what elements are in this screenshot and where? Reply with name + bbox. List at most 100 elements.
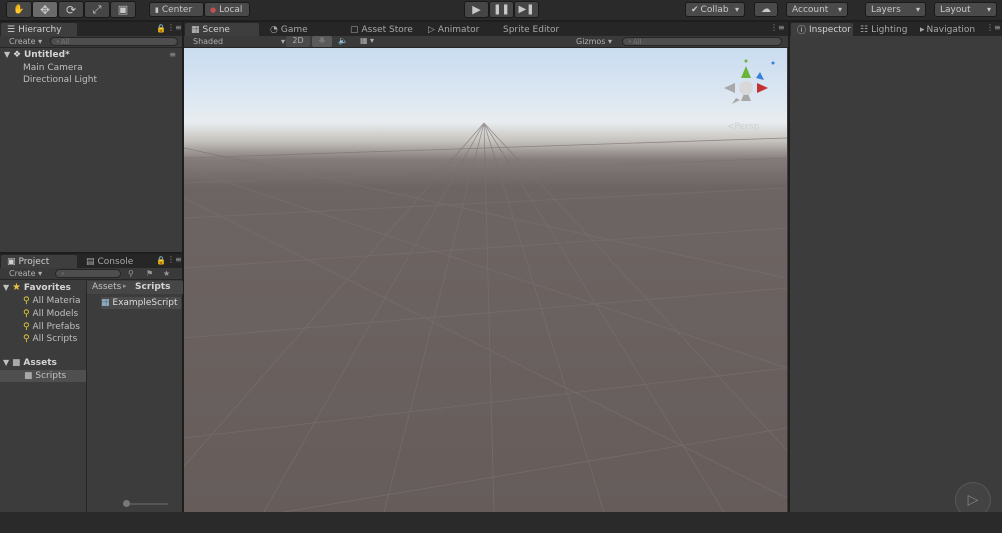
tab-console[interactable]: ▤ Console [80,255,140,268]
favorite-item[interactable]: ⚲ All Prefabs [23,321,80,333]
tab-inspector[interactable]: ⓘ Inspector [791,23,853,36]
expand-arrow-icon: ▼ [3,358,10,367]
filter-type-icon[interactable]: ⚲ [128,269,134,278]
move-tool-button[interactable]: ✥ [32,1,58,18]
hierarchy-panel: ☰ Hierarchy 🔒 ⋮≡ Create ▾ ⚬All ▼ ❖ Untit… [0,22,182,252]
project-search-input[interactable]: ⚬ [55,269,121,278]
breadcrumb-separator-icon: ▸ [123,282,127,290]
panel-menu-icon[interactable]: ⋮≡ [770,23,785,32]
pivot-center-toggle[interactable]: ▮ Center [149,2,204,17]
tab-game[interactable]: ◔ Game [264,23,314,36]
hierarchy-search-input[interactable]: ⚬All [50,37,178,46]
breadcrumb-item[interactable]: Scripts [135,282,170,292]
speaker-icon: 🔈 [338,36,348,45]
rect-tool-button[interactable]: ▣ [110,1,136,18]
scene-lighting-toggle[interactable]: ☼ [312,36,332,47]
hierarchy-item[interactable]: Main Camera [23,62,83,74]
tab-lighting[interactable]: ☷ Lighting [854,23,913,36]
scene-toolbar: Shaded ▾ 2D ☼ 🔈 ▦ ▾ Gizmos ▾ ⚬All [184,36,788,48]
create-dropdown[interactable]: Create ▾ [9,269,42,278]
scale-tool-button[interactable]: ⤢ [84,1,110,18]
play-button[interactable]: ▶ [464,1,489,18]
scene-tabbar: ▦ Scene ◔ Game ▢ Asset Store ▷ Animator … [184,22,788,36]
orientation-gizmo[interactable] [720,58,776,114]
tab-scene[interactable]: ▦ Scene [185,23,259,36]
favorite-item[interactable]: ⚲ All Scripts [23,333,77,345]
panel-menu-icon[interactable]: ⋮≡ [167,255,182,264]
tab-animator[interactable]: ▷ Animator [422,23,485,36]
folder-icon: ■ [24,371,33,381]
account-dropdown[interactable]: Account [786,2,848,17]
create-dropdown[interactable]: Create ▾ [9,37,42,46]
tab-asset-store[interactable]: ▢ Asset Store [344,23,419,36]
panel-menu-icon[interactable]: ⋮≡ [986,23,1001,32]
move-icon: ✥ [39,2,51,17]
scene-audio-toggle[interactable]: 🔈 [334,36,352,47]
lock-icon[interactable]: 🔒 [156,256,166,265]
check-icon: ✔ [691,4,699,15]
pacman-icon: ◔ [270,24,278,35]
hierarchy-subbar: Create ▾ ⚬All [0,36,182,48]
tab-project[interactable]: ▣ Project [1,255,77,268]
pivot-local-toggle[interactable]: ● Local [204,2,250,17]
shading-mode-dropdown[interactable]: Shaded ▾ [193,37,285,46]
search-icon: ⚲ [23,296,30,306]
image-icon: ▦ [359,36,368,45]
collab-dropdown[interactable]: ✔ Collab [685,2,745,17]
tab-hierarchy[interactable]: ☰ Hierarchy [1,23,77,36]
rotate-tool-button[interactable]: ⟳ [58,1,84,18]
tab-sprite-editor[interactable]: Sprite Editor [497,23,565,36]
pause-button[interactable]: ❚❚ [489,1,514,18]
hand-tool-button[interactable]: ✋ [6,1,32,18]
persp-label[interactable]: <Persp [727,122,759,132]
cs-script-icon: ▦ [101,298,110,308]
scene-viewport[interactable]: <Persp [184,48,787,512]
project-folder-tree: ▼ ★ Favorites ⚲ All Materia ⚲ All Models… [0,281,86,512]
favorite-item[interactable]: ⚲ All Models [23,308,78,320]
scene-menu-icon[interactable]: ≡ [169,49,176,61]
pivot-icon: ▮ [155,5,159,14]
project-subbar: Create ▾ ⚬ ⚲ ⚑ ★ [0,268,182,280]
lock-icon[interactable]: 🔒 [156,24,166,33]
animator-icon: ▷ [428,24,435,35]
layers-dropdown[interactable]: Layers [865,2,926,17]
scene-search-input[interactable]: ⚬All [622,37,782,46]
search-icon: ⚲ [23,322,30,332]
search-icon: ⚬ [60,270,66,278]
favorite-item[interactable]: ⚲ All Materia [23,295,81,307]
rotate-icon: ⟳ [65,2,77,17]
panel-menu-icon[interactable]: ⋮≡ [167,23,182,32]
expand-arrow-icon: ▼ [3,283,10,292]
hierarchy-tabbar: ☰ Hierarchy 🔒 ⋮≡ [0,22,182,36]
pause-icon: ❚❚ [493,4,510,15]
assets-row[interactable]: ▼ ■ Assets [3,357,57,369]
layout-dropdown[interactable]: Layout [934,2,997,17]
filter-label-icon[interactable]: ⚑ [146,269,153,278]
cloud-button[interactable]: ☁ [754,2,778,17]
scene-root-row[interactable]: ▼ ❖ Untitled* ≡ [0,49,182,61]
zoom-slider-thumb[interactable] [123,500,130,507]
2d-toggle[interactable]: 2D [286,36,310,47]
favorites-row[interactable]: ▼ ★ Favorites [3,282,71,294]
breadcrumb-item[interactable]: Assets [92,282,121,292]
breadcrumb: Assets ▸ Scripts [87,281,183,294]
tab-navigation[interactable]: ▸ Navigation [914,23,981,36]
console-icon: ▤ [86,256,95,267]
inspector-tabbar: ⓘ Inspector ☷ Lighting ▸ Navigation ⋮≡ [790,22,1002,36]
hand-icon: ✋ [13,4,25,15]
store-icon: ▢ [350,24,359,35]
asset-folder-item[interactable]: ■ Scripts [0,370,86,382]
search-icon: ⚲ [23,309,30,319]
step-button[interactable]: ▶❚ [514,1,539,18]
star-icon[interactable]: ★ [163,269,170,278]
folder-icon: ■ [12,358,21,368]
gizmos-dropdown[interactable]: Gizmos ▾ [576,37,612,46]
file-item[interactable]: ▦ ExampleScript [101,297,181,309]
navigation-icon: ▸ [920,24,925,35]
info-icon: ⓘ [797,26,807,36]
hierarchy-icon: ☰ [7,24,16,35]
scene-effects-dropdown[interactable]: ▦ ▾ [356,36,378,47]
expand-arrow-icon: ▼ [4,50,11,59]
step-icon: ▶❚ [518,4,535,15]
hierarchy-item[interactable]: Directional Light [23,74,97,86]
